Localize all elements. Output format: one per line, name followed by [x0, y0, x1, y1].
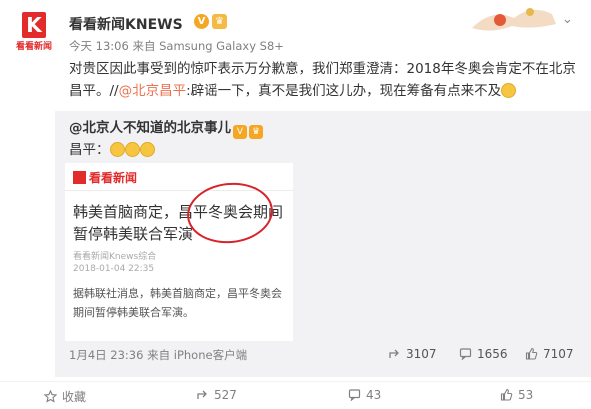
favorite-label: 收藏	[62, 390, 87, 404]
repost-comment-count: 1656	[477, 347, 508, 361]
action-bar: 收藏 527 43 53	[0, 381, 591, 409]
repost-button[interactable]: 527	[196, 388, 237, 402]
repost-like-stat[interactable]: 7107	[525, 347, 574, 361]
member-badge-icon: ♛	[212, 14, 227, 29]
verified-icon: V	[194, 14, 209, 29]
grin-emoji-icon	[124, 142, 140, 157]
post-meta: 今天 13:06 来自 Samsung Galaxy S8+	[69, 38, 284, 54]
comment-icon	[459, 348, 472, 360]
repost-header: @北京人不知道的北京事儿 V ♛	[69, 117, 263, 139]
repost-count: 527	[214, 388, 237, 402]
repost-block: @北京人不知道的北京事儿 V ♛ 昌平： 看看新闻 韩美首脑商定，昌平冬奥会期间暂停…	[55, 111, 591, 377]
news-card[interactable]: 看看新闻 韩美首脑商定，昌平冬奥会期间暂停韩美联合军演 看看新闻Knews综合 …	[65, 163, 293, 341]
repost-author[interactable]: @北京人不知道的北京事儿	[69, 120, 231, 136]
comment-button[interactable]: 43	[348, 388, 381, 402]
weibo-post: K 看看新闻 ⌄ 看看新闻KNEWS V ♛ 今天 13:06 来自 Samsu…	[0, 0, 591, 408]
chevron-down-icon[interactable]: ⌄	[562, 12, 573, 27]
logo-mark: K	[22, 12, 46, 38]
card-brand: 看看新闻	[73, 169, 137, 186]
verified-icon: V	[233, 125, 247, 139]
repost-share-stat[interactable]: 3107	[388, 347, 437, 361]
repost-share-count: 3107	[406, 347, 437, 361]
repost-source: iPhone客户端	[173, 348, 248, 362]
source-prefix: 来自	[132, 39, 156, 53]
member-badge-icon: ♛	[249, 125, 263, 139]
comment-icon	[348, 389, 361, 401]
post-text: 对贵区因此事受到的惊吓表示万分歉意，我们郑重澄清：2018年冬奥会肯定不在北京昌…	[69, 58, 579, 102]
post-text-tail: :辟谣一下，真不是我们这儿办，现在筹备有点来不及	[186, 83, 502, 99]
card-body: 据韩联社消息，韩美首脑商定，昌平冬奥会期间暂停韩美联合军演。	[73, 287, 282, 319]
thumbs-up-icon	[500, 388, 513, 401]
repost-like-count: 7107	[543, 347, 574, 361]
post-time[interactable]: 今天 13:06	[69, 39, 129, 53]
repost-text: 昌平：	[69, 139, 155, 161]
decoration-illustration	[472, 8, 556, 31]
favorite-button[interactable]: 收藏	[44, 388, 86, 405]
like-button[interactable]: 53	[500, 388, 533, 402]
share-icon	[389, 349, 399, 358]
like-count: 53	[518, 388, 534, 402]
post-source: Samsung Galaxy S8+	[159, 39, 284, 53]
thumbs-up-icon	[525, 347, 538, 360]
avatar[interactable]: K 看看新闻	[14, 12, 54, 52]
grin-emoji-icon	[109, 142, 125, 157]
repost-source-prefix: 来自	[147, 348, 171, 362]
logo-brand: 看看新闻	[15, 42, 52, 52]
laugh-emoji-icon	[501, 83, 517, 98]
card-brand-label: 看看新闻	[89, 171, 138, 185]
card-date: 2018-01-04 22:35	[73, 264, 155, 274]
repost-text-body: 昌平：	[69, 142, 110, 158]
repost-comment-stat[interactable]: 1656	[459, 347, 508, 361]
share-icon	[197, 390, 207, 399]
card-source: 看看新闻Knews综合	[73, 252, 157, 262]
comment-count: 43	[366, 388, 382, 402]
mention-link[interactable]: @北京昌平	[119, 83, 187, 99]
brand-logo-icon	[73, 171, 86, 184]
account-name[interactable]: 看看新闻KNEWS	[69, 14, 183, 34]
repost-time[interactable]: 1月4日 23:36	[69, 348, 143, 362]
repost-footer: 1月4日 23:36 来自 iPhone客户端	[69, 347, 247, 363]
grin-emoji-icon	[139, 142, 155, 157]
star-icon	[44, 390, 57, 403]
